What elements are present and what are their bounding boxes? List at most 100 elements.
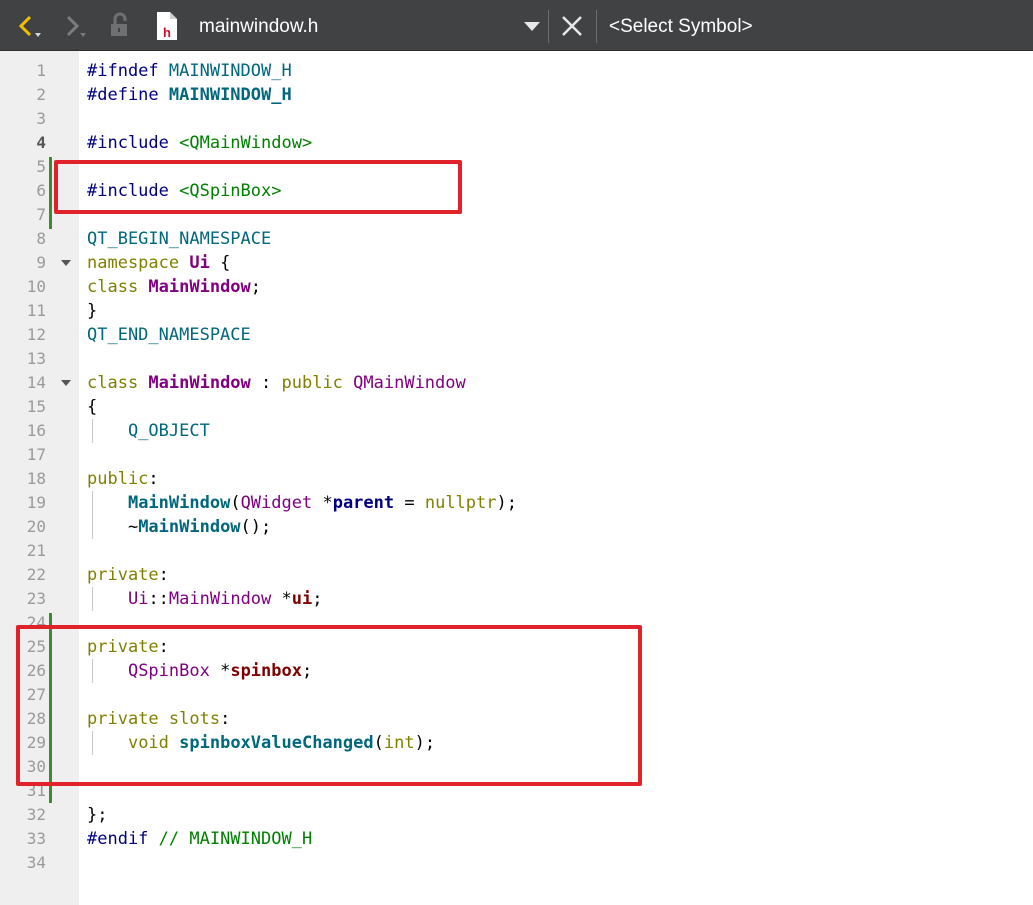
- code-token: nullptr: [424, 493, 497, 513]
- code-token: ui: [291, 589, 313, 609]
- fold-toggle-icon[interactable]: [61, 380, 71, 386]
- code-token: *: [271, 589, 292, 609]
- code-token: Ui: [127, 589, 149, 609]
- code-line[interactable]: };: [87, 803, 107, 827]
- code-line[interactable]: Ui::MainWindow *ui;: [87, 587, 323, 611]
- code-token: ;: [312, 589, 323, 609]
- code-token: // MAINWINDOW_H: [158, 829, 313, 849]
- code-token: #define: [87, 85, 169, 105]
- code-token: parent: [332, 493, 395, 513]
- code-token: );: [496, 493, 517, 513]
- code-token: QWidget: [240, 493, 313, 513]
- code-token: QMainWindow: [353, 373, 466, 393]
- fold-toggle-icon[interactable]: [61, 260, 71, 266]
- line-number: 4: [36, 133, 46, 152]
- code-token: ();: [240, 517, 272, 537]
- code-token: #endif: [87, 829, 159, 849]
- code-token: ::: [148, 589, 169, 609]
- code-token: :: [158, 565, 169, 585]
- line-number: 11: [26, 301, 46, 320]
- code-token: namespace: [87, 253, 190, 273]
- svg-text:h: h: [163, 25, 171, 40]
- close-file-icon[interactable]: [556, 0, 588, 51]
- code-token: :: [148, 469, 159, 489]
- code-token: (: [230, 493, 241, 513]
- code-token: MAINWINDOW_H: [168, 85, 292, 105]
- line-number: 34: [26, 853, 46, 872]
- line-number: 19: [26, 493, 46, 512]
- code-token: MainWindow: [168, 589, 272, 609]
- code-token: <QMainWindow>: [179, 133, 313, 153]
- line-number: 6: [36, 181, 46, 200]
- code-line[interactable]: class MainWindow;: [87, 275, 261, 299]
- code-token: public: [281, 373, 354, 393]
- code-token: Q_OBJECT: [87, 421, 210, 441]
- line-number: 18: [26, 469, 46, 488]
- forward-arrow-icon[interactable]: [56, 0, 92, 51]
- open-file-name[interactable]: mainwindow.h: [199, 0, 318, 51]
- unlocked-padlock-icon[interactable]: [104, 0, 136, 51]
- code-token: };: [87, 805, 108, 825]
- code-token: =: [394, 493, 425, 513]
- code-token: #ifndef: [87, 61, 169, 81]
- code-token: *: [312, 493, 333, 513]
- code-token: ~: [87, 517, 139, 537]
- line-number: 10: [26, 277, 46, 296]
- code-line[interactable]: namespace Ui {: [87, 251, 230, 275]
- line-number: 7: [36, 205, 46, 224]
- editor-toolbar: h mainwindow.h <Select Symbol>: [0, 0, 1033, 51]
- code-token: MainWindow: [138, 517, 241, 537]
- code-line[interactable]: #ifndef MAINWINDOW_H: [87, 59, 292, 83]
- code-line[interactable]: public:: [87, 467, 159, 491]
- code-line[interactable]: MainWindow(QWidget *parent = nullptr);: [87, 491, 517, 515]
- line-number: 12: [26, 325, 46, 344]
- code-token: :: [250, 373, 282, 393]
- code-token: public: [87, 469, 149, 489]
- code-editor[interactable]: 1 #ifndef MAINWINDOW_H 2 #define MAINWINDOW…: [0, 51, 1033, 905]
- code-token: MainWindow: [127, 493, 231, 513]
- line-number: 21: [26, 541, 46, 560]
- line-number: 33: [26, 829, 46, 848]
- code-token: {: [87, 397, 98, 417]
- line-number: 14: [26, 373, 46, 392]
- code-line[interactable]: private:: [87, 563, 169, 587]
- code-token: MAINWINDOW_H: [168, 61, 292, 81]
- line-number: 17: [26, 445, 46, 464]
- code-line[interactable]: QT_END_NAMESPACE: [87, 323, 251, 347]
- line-number: 2: [36, 85, 46, 104]
- select-symbol-dropdown[interactable]: <Select Symbol>: [609, 0, 753, 51]
- header-file-icon: h: [152, 0, 182, 51]
- line-number: 1: [36, 61, 46, 80]
- line-number: 20: [26, 517, 46, 536]
- back-arrow-icon[interactable]: [10, 0, 46, 51]
- code-token: MainWindow: [148, 277, 251, 297]
- code-line[interactable]: QT_BEGIN_NAMESPACE: [87, 227, 271, 251]
- code-token: QT_END_NAMESPACE: [87, 325, 251, 345]
- code-token: Ui: [189, 253, 210, 273]
- code-token: }: [87, 301, 98, 321]
- code-line[interactable]: class MainWindow : public QMainWindow: [87, 371, 466, 395]
- code-line[interactable]: Q_OBJECT: [87, 419, 210, 443]
- code-token: {: [209, 253, 231, 273]
- code-token: MainWindow: [148, 373, 251, 393]
- highlight-box-private-members: [16, 625, 642, 786]
- code-line[interactable]: {: [87, 395, 97, 419]
- code-token: private: [87, 565, 159, 585]
- line-number: 16: [26, 421, 46, 440]
- file-dropdown-chevron-down-icon[interactable]: [519, 0, 545, 51]
- code-line[interactable]: ~MainWindow();: [87, 515, 271, 539]
- line-number: 3: [36, 109, 46, 128]
- toolbar-divider: [596, 10, 597, 43]
- code-line[interactable]: }: [87, 299, 97, 323]
- line-number: 13: [26, 349, 46, 368]
- code-line[interactable]: #include <QMainWindow>: [87, 131, 312, 155]
- code-token: ;: [250, 277, 262, 297]
- code-line[interactable]: #endif // MAINWINDOW_H: [87, 827, 312, 851]
- line-number: 22: [26, 565, 46, 584]
- line-number: 32: [26, 805, 46, 824]
- code-line[interactable]: #define MAINWINDOW_H: [87, 83, 292, 107]
- line-number: 23: [26, 589, 46, 608]
- line-number: 15: [26, 397, 46, 416]
